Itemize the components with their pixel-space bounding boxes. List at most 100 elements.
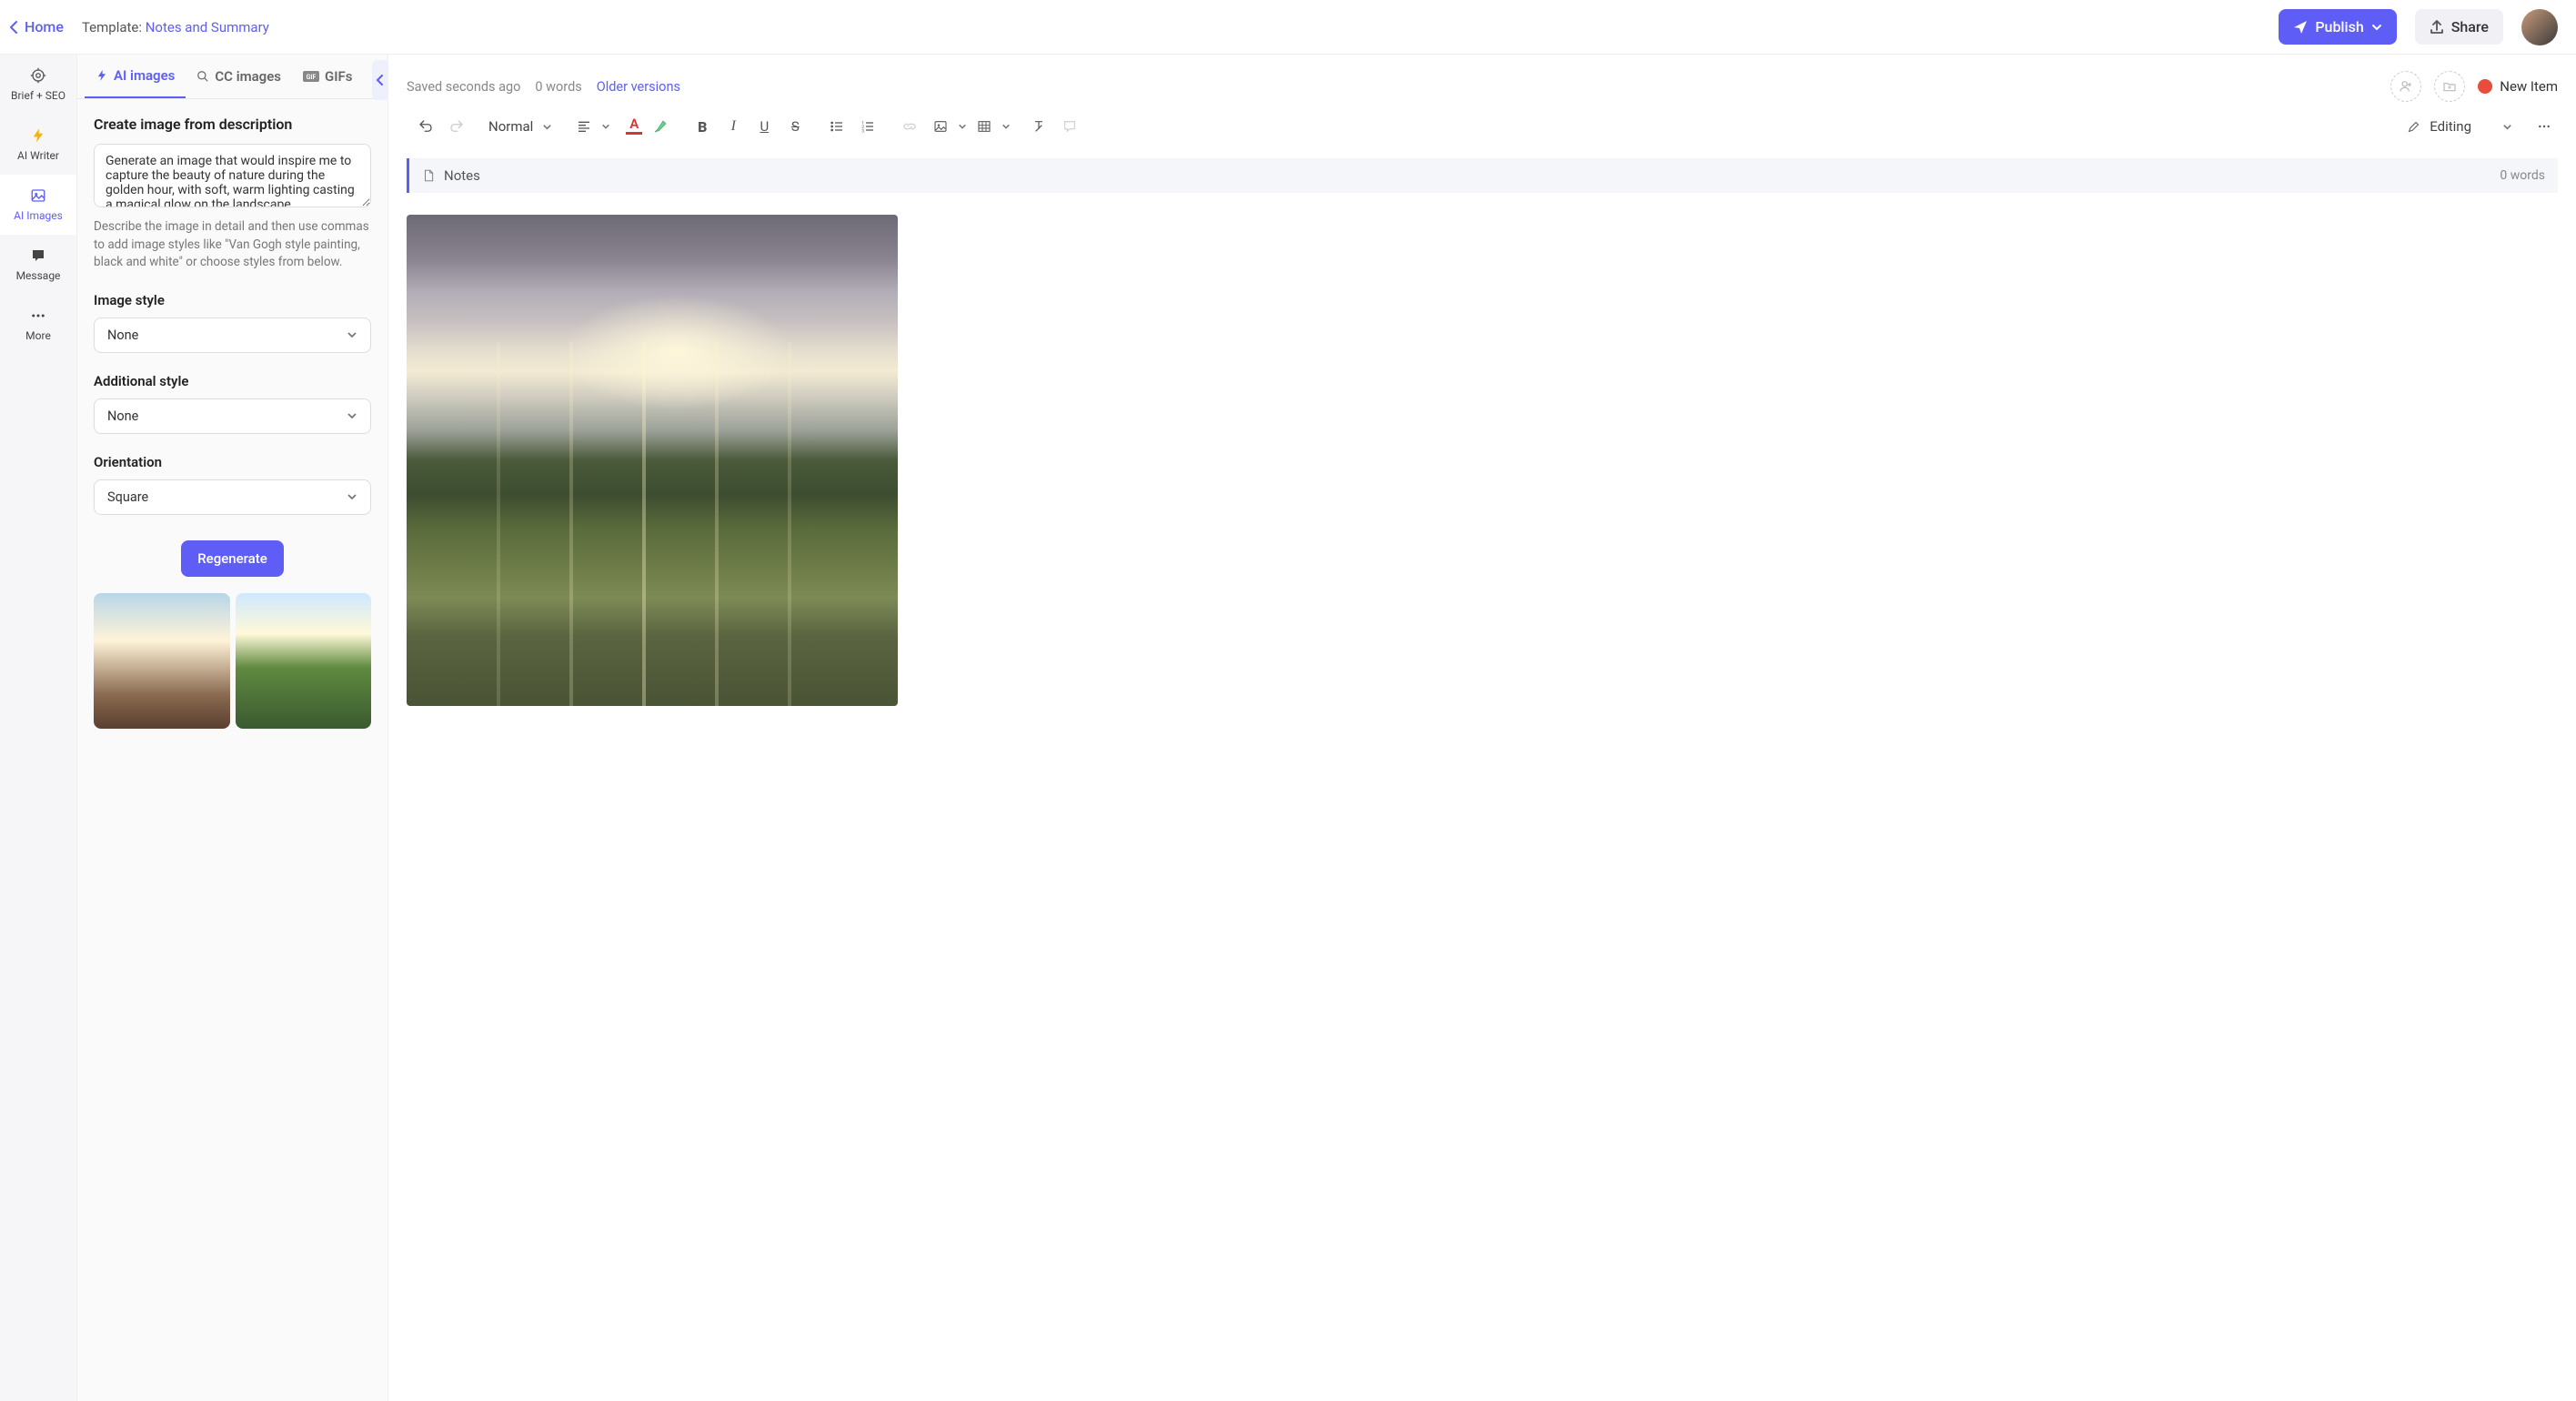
- image-icon: [933, 119, 948, 134]
- gif-icon: GIF: [303, 71, 319, 82]
- italic-button[interactable]: I: [719, 113, 747, 140]
- bolt-icon: [96, 69, 108, 82]
- chat-icon: [30, 247, 46, 264]
- publish-button[interactable]: Publish: [2279, 9, 2396, 45]
- thumbnail-1[interactable]: [94, 593, 230, 730]
- bold-button[interactable]: B: [689, 113, 716, 140]
- pencil-icon: [2407, 120, 2420, 134]
- avatar[interactable]: [2521, 9, 2558, 45]
- additional-style-select[interactable]: None: [94, 398, 371, 434]
- rail-more-label: More: [25, 329, 51, 342]
- side-panel: AI images CC images GIF GIFs Create imag…: [77, 55, 388, 1401]
- numbered-list-icon: 123: [860, 119, 875, 134]
- saved-status: Saved seconds ago: [407, 79, 520, 95]
- insert-image-button[interactable]: [927, 113, 954, 140]
- undo-button[interactable]: [412, 113, 439, 140]
- thumbnail-2[interactable]: [236, 593, 372, 730]
- word-count-top: 0 words: [535, 79, 581, 95]
- description-input[interactable]: [94, 144, 371, 207]
- tab-cc-images-label: CC images: [215, 68, 281, 85]
- link-button[interactable]: [896, 113, 923, 140]
- chevron-down-icon: [542, 122, 552, 132]
- chevron-left-icon: [376, 75, 385, 86]
- rail-ai-images[interactable]: AI Images: [0, 175, 76, 235]
- generated-image[interactable]: [407, 215, 898, 706]
- editing-mode-label: Editing: [2430, 118, 2471, 135]
- home-link[interactable]: Home: [9, 18, 64, 35]
- comment-button[interactable]: [1056, 113, 1083, 140]
- underline-icon: U: [760, 118, 769, 135]
- redo-icon: [448, 118, 465, 135]
- folder-plus-icon: [2442, 79, 2457, 94]
- tab-ai-images[interactable]: AI images: [85, 55, 186, 98]
- new-item-label: New Item: [2500, 78, 2558, 95]
- rail-message[interactable]: Message: [0, 235, 76, 295]
- tab-gifs[interactable]: GIF GIFs: [292, 55, 364, 98]
- toolbar-left: Normal A: [407, 113, 1089, 140]
- table-icon: [977, 119, 991, 134]
- share-label: Share: [2451, 18, 2489, 35]
- upload-icon: [2430, 20, 2444, 35]
- notes-label: Notes: [444, 167, 480, 184]
- chevron-down-icon[interactable]: [1001, 122, 1011, 131]
- redo-button[interactable]: [443, 113, 470, 140]
- document-icon: [422, 168, 435, 183]
- regenerate-button[interactable]: Regenerate: [181, 540, 284, 577]
- rail-more[interactable]: More: [0, 295, 76, 355]
- chevron-down-icon: [2371, 22, 2382, 33]
- chevron-down-icon[interactable]: [601, 122, 610, 131]
- notes-block[interactable]: Notes 0 words: [407, 158, 2558, 193]
- chevron-down-icon: [2502, 122, 2512, 132]
- format-select[interactable]: Normal: [479, 115, 561, 138]
- link-icon: [902, 119, 917, 134]
- tab-gifs-label: GIFs: [325, 68, 353, 85]
- image-style-select[interactable]: None: [94, 317, 371, 353]
- editing-mode-select[interactable]: Editing: [2394, 115, 2525, 138]
- main-area: Brief + SEO AI Writer AI Images Message …: [0, 55, 2576, 1401]
- clear-format-button[interactable]: [1025, 113, 1052, 140]
- underline-button[interactable]: U: [750, 113, 778, 140]
- tab-cc-images[interactable]: CC images: [186, 55, 292, 98]
- orientation-value: Square: [107, 489, 148, 505]
- older-versions-link[interactable]: Older versions: [597, 79, 680, 95]
- add-folder-button[interactable]: [2434, 71, 2465, 102]
- italic-icon: I: [731, 118, 736, 135]
- insert-table-button[interactable]: [971, 113, 998, 140]
- additional-style-group: Additional style None: [94, 373, 371, 434]
- top-right: Publish Share: [2279, 9, 2558, 45]
- svg-text:GIF: GIF: [307, 74, 317, 81]
- thumbnails: [94, 593, 371, 730]
- add-user-button[interactable]: [2390, 71, 2421, 102]
- notes-left: Notes: [422, 167, 480, 184]
- notes-word-count: 0 words: [2500, 168, 2545, 183]
- align-left-icon: [577, 119, 591, 134]
- align-button[interactable]: [570, 113, 598, 140]
- image-icon: [30, 187, 46, 204]
- highlighter-icon: [652, 118, 669, 135]
- orientation-select[interactable]: Square: [94, 479, 371, 515]
- collapse-panel-button[interactable]: [372, 60, 388, 100]
- rail-brief-seo[interactable]: Brief + SEO: [0, 55, 76, 115]
- publish-label: Publish: [2315, 18, 2363, 35]
- side-tabs: AI images CC images GIF GIFs: [77, 55, 387, 99]
- share-button[interactable]: Share: [2415, 9, 2503, 45]
- more-options-button[interactable]: [2531, 113, 2558, 140]
- image-style-value: None: [107, 328, 138, 343]
- clear-format-icon: [1031, 119, 1046, 134]
- numbered-list-button[interactable]: 123: [854, 113, 881, 140]
- bullet-list-button[interactable]: [823, 113, 850, 140]
- send-icon: [2293, 20, 2308, 35]
- new-item-indicator[interactable]: New Item: [2478, 78, 2558, 95]
- rail-ai-writer[interactable]: AI Writer: [0, 115, 76, 175]
- comment-icon: [1062, 119, 1077, 134]
- template-name[interactable]: Notes and Summary: [146, 19, 269, 35]
- highlight-button[interactable]: [647, 113, 674, 140]
- format-value: Normal: [488, 118, 533, 135]
- orientation-group: Orientation Square: [94, 454, 371, 515]
- text-color-button[interactable]: A: [625, 116, 643, 137]
- bold-icon: B: [698, 118, 707, 136]
- chevron-down-icon: [347, 329, 357, 340]
- strikethrough-button[interactable]: S: [781, 113, 809, 140]
- chevron-down-icon[interactable]: [958, 122, 967, 131]
- panel-body: Create image from description Describe t…: [77, 99, 387, 1401]
